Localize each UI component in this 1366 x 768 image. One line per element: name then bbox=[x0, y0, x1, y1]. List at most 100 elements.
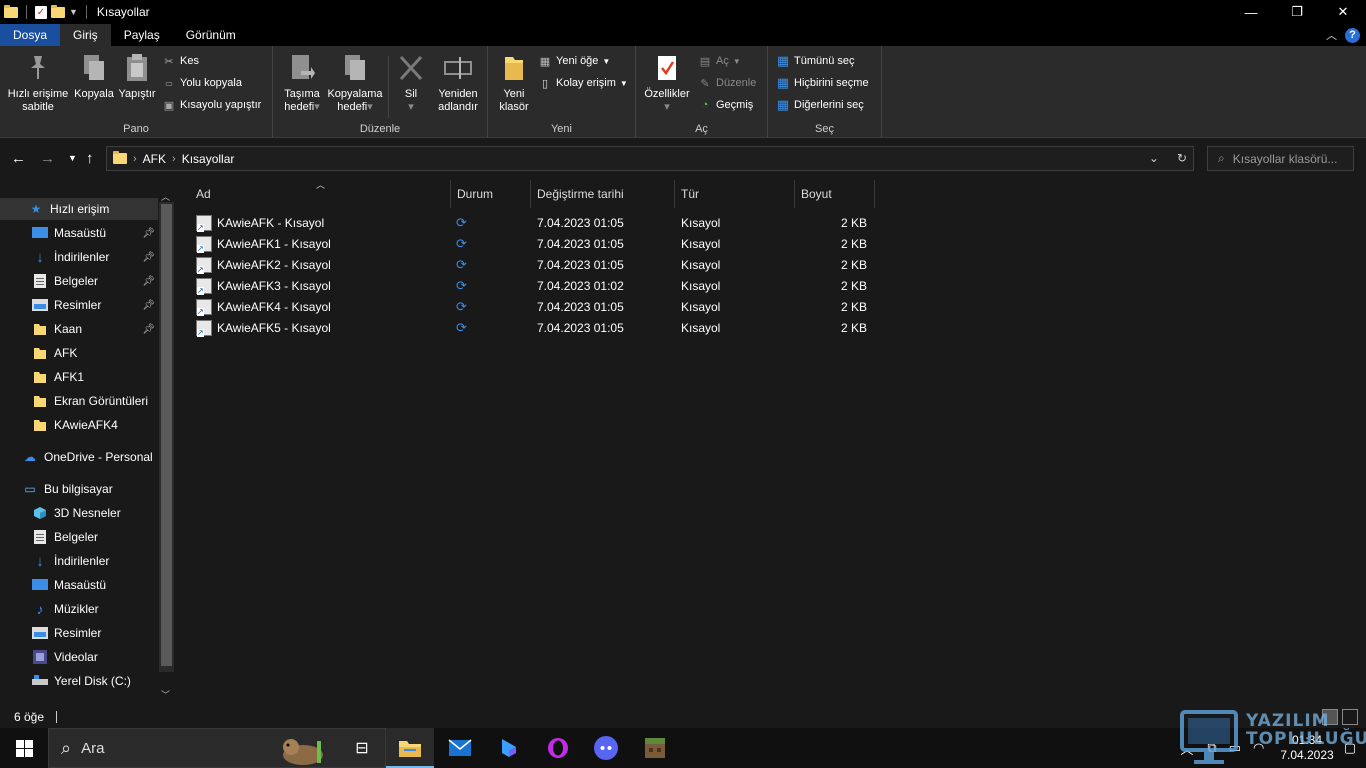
battery-icon[interactable]: ▭ bbox=[1229, 740, 1241, 756]
column-header-type[interactable]: Tür bbox=[675, 180, 795, 208]
invert-selection-button[interactable]: ▦ Diğerlerini seç bbox=[776, 97, 864, 112]
nav-scrollbar[interactable] bbox=[159, 202, 174, 672]
table-row[interactable]: KAwieAFK4 - Kısayol ⟳ 7.04.2023 01:05 Kısay… bbox=[192, 296, 872, 317]
breadcrumb-separator-icon[interactable]: › bbox=[133, 153, 137, 165]
rename-button[interactable]: Yeniden adlandır bbox=[431, 52, 485, 114]
nav-folder-item[interactable]: AFK1 bbox=[0, 366, 158, 388]
properties-button[interactable]: Özellikler ▾ bbox=[640, 52, 694, 114]
paste-shortcut-button[interactable]: ▣ Kısayolu yapıştır bbox=[162, 98, 262, 112]
column-header-date[interactable]: Değiştirme tarihi bbox=[531, 180, 675, 208]
minimize-button[interactable]: — bbox=[1228, 0, 1274, 24]
discord-taskbar-button[interactable] bbox=[582, 728, 630, 768]
nav-pinned-item[interactable]: Masaüstü 📌︎ bbox=[0, 222, 158, 244]
large-icons-view-icon[interactable] bbox=[1342, 709, 1358, 725]
table-row[interactable]: KAwieAFK5 - Kısayol ⟳ 7.04.2023 01:05 Kısay… bbox=[192, 317, 872, 338]
new-folder-button[interactable]: Yeni klasör bbox=[492, 52, 536, 114]
table-row[interactable]: KAwieAFK3 - Kısayol ⟳ 7.04.2023 01:02 Kısay… bbox=[192, 275, 872, 296]
nav-pc-item[interactable]: 3D Nesneler bbox=[0, 502, 158, 524]
select-none-button[interactable]: ▦ Hiçbirini seçme bbox=[776, 75, 869, 90]
nav-pc-item[interactable]: ♪ Müzikler bbox=[0, 598, 158, 620]
pin-icon[interactable]: 📌︎ bbox=[142, 300, 155, 311]
collapse-ribbon-icon[interactable]: ︿ bbox=[1326, 27, 1337, 43]
show-hidden-icons-chevron-icon[interactable]: ︿ bbox=[1180, 739, 1193, 758]
move-to-button[interactable]: Taşıma hedefi▾ bbox=[277, 52, 327, 114]
delete-button[interactable]: Sil ▾ bbox=[393, 52, 429, 114]
nav-pinned-item[interactable]: Resimler 📌︎ bbox=[0, 294, 158, 316]
new-folder-icon[interactable] bbox=[51, 4, 65, 18]
nav-folder-item[interactable]: AFK bbox=[0, 342, 158, 364]
scroll-up-icon[interactable]: ︿ bbox=[161, 190, 170, 203]
nav-pinned-item[interactable]: ↓ İndirilenler 📌︎ bbox=[0, 246, 158, 268]
pin-quick-access-button[interactable]: Hızlı erişime sabitle bbox=[4, 52, 72, 114]
table-row[interactable]: KAwieAFK2 - Kısayol ⟳ 7.04.2023 01:05 Kısay… bbox=[192, 254, 872, 275]
breadcrumb-afk[interactable]: AFK bbox=[143, 152, 166, 166]
nav-onedrive[interactable]: ☁ OneDrive - Personal bbox=[0, 446, 158, 468]
file-explorer-taskbar-button[interactable] bbox=[386, 728, 434, 768]
breadcrumb-shortcuts[interactable]: Kısayollar bbox=[182, 152, 235, 166]
copy-button[interactable]: Kopyala bbox=[72, 52, 116, 101]
address-box[interactable]: › AFK › Kısayollar ⌄ ↻ bbox=[106, 146, 1194, 171]
nav-pc-item[interactable]: Resimler bbox=[0, 622, 158, 644]
nav-pc-item[interactable]: ↓ İndirilenler bbox=[0, 550, 158, 572]
history-button[interactable]: ◔ Geçmiş bbox=[698, 98, 754, 112]
nav-pc-item[interactable]: Yerel Disk (C:) bbox=[0, 670, 158, 692]
breadcrumb-separator-icon[interactable]: › bbox=[172, 153, 176, 165]
opera-taskbar-button[interactable] bbox=[534, 728, 582, 768]
new-item-button[interactable]: ▦ Yeni öğe ▼ bbox=[538, 54, 611, 68]
nav-folder-item[interactable]: Ekran Görüntüleri bbox=[0, 390, 158, 412]
column-header-size[interactable]: Boyut bbox=[795, 180, 875, 208]
paste-button[interactable]: Yapıştır bbox=[116, 52, 158, 101]
up-arrow-icon[interactable]: ↑ bbox=[86, 150, 94, 167]
properties-icon[interactable]: ✓ bbox=[35, 5, 47, 19]
chevron-down-icon[interactable]: ▼ bbox=[69, 7, 78, 17]
chevron-down-icon[interactable]: ⌄ bbox=[1149, 151, 1159, 165]
column-header-name[interactable]: Ad ︿ bbox=[190, 180, 451, 208]
wifi-icon[interactable]: ◠ bbox=[1253, 740, 1264, 756]
recent-locations-chevron-icon[interactable]: ▼ bbox=[68, 153, 77, 163]
pin-icon[interactable]: 📌︎ bbox=[142, 228, 155, 239]
nav-pinned-item[interactable]: Kaan 📌︎ bbox=[0, 318, 158, 340]
copy-path-button[interactable]: ▭ Yolu kopyala bbox=[162, 76, 242, 90]
nav-folder-item[interactable]: KAwieAFK4 bbox=[0, 414, 158, 436]
tab-file[interactable]: Dosya bbox=[0, 24, 61, 46]
tab-home[interactable]: Giriş bbox=[60, 24, 111, 46]
easy-access-button[interactable]: ▯ Kolay erişim ▼ bbox=[538, 76, 628, 90]
nav-pc-item[interactable]: Videolar bbox=[0, 646, 158, 668]
start-button[interactable] bbox=[0, 728, 48, 768]
scroll-down-icon[interactable]: ﹀ bbox=[161, 688, 170, 701]
table-row[interactable]: KAwieAFK - Kısayol ⟳ 7.04.2023 01:05 Kısayo… bbox=[192, 212, 872, 233]
copy-to-button[interactable]: Kopyalama hedefi▾ bbox=[325, 52, 385, 114]
task-view-button[interactable]: ⊟ bbox=[338, 728, 386, 768]
refresh-icon[interactable]: ↻ bbox=[1177, 151, 1187, 165]
taskbar-search-input[interactable]: ⌕ Ara bbox=[48, 728, 386, 768]
edit-button[interactable]: ✎ Düzenle bbox=[698, 76, 756, 90]
copilot-taskbar-button[interactable] bbox=[485, 728, 533, 768]
pin-icon[interactable]: 📌︎ bbox=[142, 252, 155, 263]
column-header-status[interactable]: Durum bbox=[451, 180, 531, 208]
minecraft-taskbar-button[interactable] bbox=[631, 728, 679, 768]
meet-now-icon[interactable]: ⧉ bbox=[1207, 740, 1216, 756]
taskbar-clock[interactable]: 01:34 7.04.2023 bbox=[1280, 733, 1333, 763]
maximize-button[interactable]: ❐ bbox=[1274, 0, 1320, 24]
pin-icon[interactable]: 📌︎ bbox=[142, 276, 155, 287]
table-row[interactable]: KAwieAFK1 - Kısayol ⟳ 7.04.2023 01:05 Kısay… bbox=[192, 233, 872, 254]
forward-arrow-icon[interactable]: → bbox=[40, 150, 55, 167]
nav-quick-access[interactable]: ★ Hızlı erişim bbox=[0, 198, 158, 220]
nav-scrollbar-thumb[interactable] bbox=[161, 204, 172, 666]
pin-icon[interactable]: 📌︎ bbox=[142, 324, 155, 335]
select-all-button[interactable]: ▦ Tümünü seç bbox=[776, 53, 855, 68]
nav-this-pc[interactable]: ▭ Bu bilgisayar bbox=[0, 478, 158, 500]
mail-taskbar-button[interactable] bbox=[436, 728, 484, 768]
help-icon[interactable]: ? bbox=[1345, 27, 1360, 43]
open-button[interactable]: ▤ Aç ▼ bbox=[698, 54, 741, 68]
back-arrow-icon[interactable]: ← bbox=[11, 150, 26, 167]
nav-pinned-item[interactable]: Belgeler 📌︎ bbox=[0, 270, 158, 292]
details-view-icon[interactable] bbox=[1322, 709, 1338, 725]
tab-view[interactable]: Görünüm bbox=[173, 24, 249, 46]
nav-pc-item[interactable]: Masaüstü bbox=[0, 574, 158, 596]
tab-share[interactable]: Paylaş bbox=[111, 24, 173, 46]
notifications-icon[interactable]: ▢ bbox=[1344, 740, 1356, 756]
search-input[interactable]: ⌕ Kısayollar klasörü... bbox=[1207, 146, 1354, 171]
cut-button[interactable]: ✂ Kes bbox=[162, 54, 199, 68]
close-button[interactable]: ✕ bbox=[1320, 0, 1366, 24]
